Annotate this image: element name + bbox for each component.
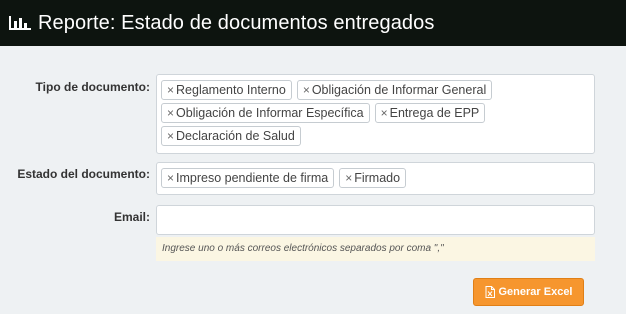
estado-documento-tag: × Firmado <box>339 168 407 188</box>
remove-tag-icon[interactable]: × <box>381 106 388 120</box>
tipo-documento-tag: × Declaración de Salud <box>161 126 301 146</box>
email-help-text: Ingrese uno o más correos electrónicos s… <box>156 237 595 261</box>
tipo-documento-tag-label: Reglamento Interno <box>176 83 286 97</box>
generar-excel-button[interactable]: Generar Excel <box>473 278 584 306</box>
generar-excel-label: Generar Excel <box>498 286 573 298</box>
estado-documento-tag: × Impreso pendiente de firma <box>161 168 335 188</box>
estado-documento-tag-label: Impreso pendiente de firma <box>176 171 329 185</box>
tipo-documento-tag: × Obligación de Informar Específica <box>161 103 370 123</box>
email-field[interactable] <box>156 205 595 235</box>
tipo-documento-label: Tipo de documento: <box>35 80 150 94</box>
bar-chart-icon <box>8 15 32 31</box>
tipo-documento-tag-label: Obligación de Informar General <box>311 83 487 97</box>
remove-tag-icon[interactable]: × <box>167 129 174 143</box>
tipo-documento-tag-label: Declaración de Salud <box>176 129 295 143</box>
remove-tag-icon[interactable]: × <box>345 171 352 185</box>
tipo-documento-tag: × Entrega de EPP <box>374 103 486 123</box>
tipo-documento-tag-label: Obligación de Informar Específica <box>176 106 364 120</box>
tipo-documento-select[interactable]: × Reglamento Interno × Obligación de Inform… <box>156 74 595 154</box>
tipo-documento-tag: × Obligación de Informar General <box>296 80 493 100</box>
page-title: Reporte: Estado de documentos entregados <box>38 12 435 34</box>
page-header: Reporte: Estado de documentos entregados <box>0 0 626 46</box>
remove-tag-icon[interactable]: × <box>167 83 174 97</box>
tipo-documento-tag-label: Entrega de EPP <box>389 106 480 120</box>
estado-documento-label: Estado del documento: <box>17 167 150 181</box>
remove-tag-icon[interactable]: × <box>303 83 310 97</box>
excel-file-icon <box>485 286 495 298</box>
remove-tag-icon[interactable]: × <box>167 106 174 120</box>
remove-tag-icon[interactable]: × <box>167 171 174 185</box>
email-label: Email: <box>113 210 150 224</box>
tipo-documento-tag: × Reglamento Interno <box>161 80 292 100</box>
estado-documento-select[interactable]: × Impreso pendiente de firma × Firmado <box>156 162 595 195</box>
estado-documento-tag-label: Firmado <box>354 171 401 185</box>
